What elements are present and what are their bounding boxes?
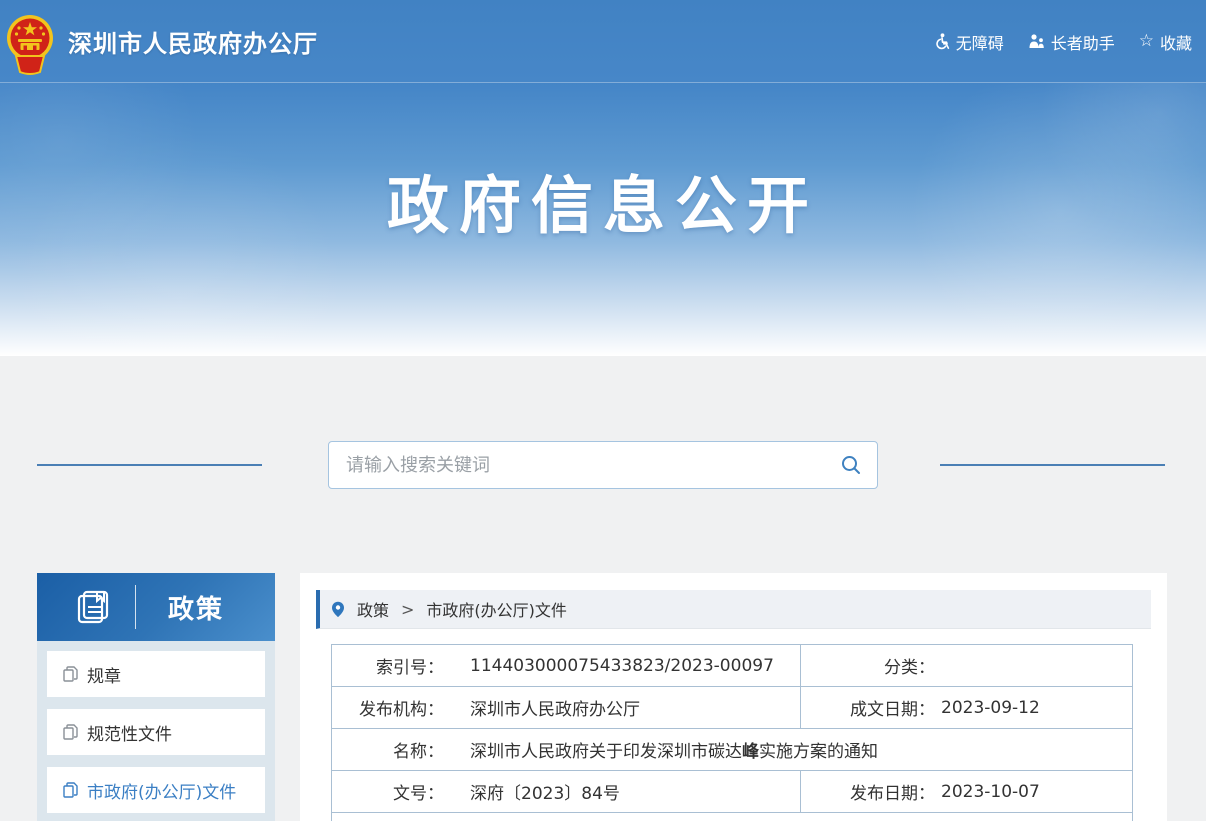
search-input[interactable]	[329, 442, 825, 488]
accessibility-label: 无障碍	[956, 30, 1004, 54]
index-number-label: 索引号：	[340, 653, 444, 678]
document-name-cell: 名称： 深圳市人民政府关于印发深圳市碳达峰实施方案的通知	[332, 729, 1132, 770]
header-utility-links: 无障碍 长者助手 ☆ 收藏	[933, 0, 1192, 83]
category-label: 分类：	[847, 653, 935, 678]
publish-date-label: 发布日期：	[847, 779, 935, 804]
document-icon	[63, 724, 78, 740]
index-number-cell: 索引号： 114403000075433823/2023-00097	[332, 645, 800, 686]
breadcrumb-current: 市政府(办公厅)文件	[426, 597, 567, 621]
page-title: 政府信息公开	[0, 155, 1206, 245]
empty-cell	[332, 813, 1132, 821]
table-row: 文号： 深府〔2023〕84号 发布日期： 2023-10-07	[332, 771, 1132, 813]
accessibility-link[interactable]: 无障碍	[933, 30, 1004, 54]
document-name-value: 深圳市人民政府关于印发深圳市碳达峰实施方案的通知	[470, 737, 878, 762]
elder-assist-label: 长者助手	[1051, 30, 1115, 54]
decorative-line-right	[940, 464, 1165, 466]
sidebar-item-label: 市政府(办公厅)文件	[87, 778, 236, 803]
doc-number-value: 深府〔2023〕84号	[470, 779, 620, 804]
sidebar-header: 政策	[37, 573, 275, 641]
site-title: 深圳市人民政府办公厅	[68, 24, 318, 59]
document-name-label: 名称：	[340, 737, 444, 762]
table-row: 索引号： 114403000075433823/2023-00097 分类：	[332, 645, 1132, 687]
index-number-value: 114403000075433823/2023-00097	[470, 656, 774, 676]
publish-date-cell: 发布日期： 2023-10-07	[800, 771, 1132, 812]
breadcrumb-link-policy[interactable]: 政策	[357, 597, 389, 621]
wheelchair-icon	[933, 33, 950, 50]
breadcrumb-separator: >	[401, 600, 414, 619]
elder-helper-icon	[1028, 34, 1045, 50]
table-row-partial	[332, 813, 1132, 821]
national-emblem-icon	[6, 12, 54, 76]
issue-date-label: 成文日期：	[847, 695, 935, 720]
issue-date-cell: 成文日期： 2023-09-12	[800, 687, 1132, 728]
star-icon: ☆	[1139, 33, 1154, 50]
sidebar-items: 规章 规范性文件 市政府(办公厅)文件	[37, 641, 275, 813]
page-banner: 政府信息公开	[0, 83, 1206, 356]
table-row: 发布机构： 深圳市人民政府办公厅 成文日期： 2023-09-12	[332, 687, 1132, 729]
policy-sidebar: 政策 规章 规范性文件	[37, 573, 275, 821]
search-button[interactable]	[825, 442, 877, 488]
doc-number-label: 文号：	[340, 779, 444, 804]
sidebar-title: 政策	[168, 589, 224, 626]
document-info-table: 索引号： 114403000075433823/2023-00097 分类： 发…	[331, 644, 1133, 821]
decorative-line-left	[37, 464, 262, 466]
publisher-value: 深圳市人民政府办公厅	[470, 695, 640, 720]
sidebar-item-regulations[interactable]: 规章	[47, 651, 265, 697]
publish-date-value: 2023-10-07	[941, 782, 1040, 802]
document-icon	[63, 782, 78, 798]
search-icon	[840, 454, 862, 476]
publisher-label: 发布机构：	[340, 695, 444, 720]
issue-date-value: 2023-09-12	[941, 698, 1040, 718]
sidebar-item-normative-documents[interactable]: 规范性文件	[47, 709, 265, 755]
search-box	[328, 441, 878, 489]
category-cell: 分类：	[800, 645, 1132, 686]
top-header-bar: 深圳市人民政府办公厅 无障碍 长者助手 ☆ 收藏	[0, 0, 1206, 83]
table-row: 名称： 深圳市人民政府关于印发深圳市碳达峰实施方案的通知	[332, 729, 1132, 771]
elder-assist-link[interactable]: 长者助手	[1028, 30, 1115, 54]
search-highlight: 峰	[742, 742, 759, 762]
favorite-label: 收藏	[1160, 30, 1192, 54]
sidebar-header-divider	[135, 585, 136, 629]
sidebar-item-municipal-government-documents[interactable]: 市政府(办公厅)文件	[47, 767, 265, 813]
sidebar-item-label: 规范性文件	[87, 720, 172, 745]
breadcrumb: 政策 > 市政府(办公厅)文件	[316, 590, 1151, 629]
sidebar-item-label: 规章	[87, 662, 121, 687]
favorite-link[interactable]: ☆ 收藏	[1139, 30, 1192, 54]
main-content-panel: 政策 > 市政府(办公厅)文件 索引号： 114403000075433823/…	[300, 573, 1167, 821]
location-pin-icon	[331, 601, 345, 618]
publisher-cell: 发布机构： 深圳市人民政府办公厅	[332, 687, 800, 728]
doc-number-cell: 文号： 深府〔2023〕84号	[332, 771, 800, 812]
site-logo-home-link[interactable]: 深圳市人民政府办公厅	[6, 6, 318, 76]
policy-book-icon	[73, 587, 113, 627]
document-icon	[63, 666, 78, 682]
